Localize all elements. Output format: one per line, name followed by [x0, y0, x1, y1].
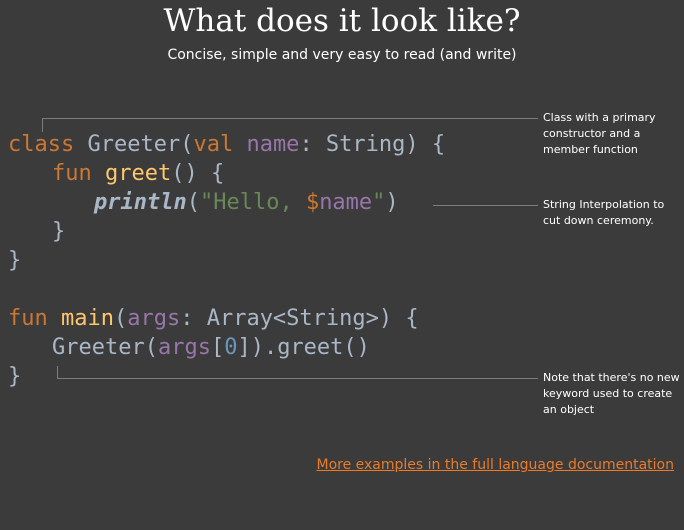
code-line-close-main: }: [8, 362, 21, 392]
page-title: What does it look like?: [163, 3, 521, 39]
string-literal-start: "Hello,: [199, 190, 306, 215]
println-call: println: [94, 190, 187, 215]
main-open-paren: (: [113, 306, 128, 331]
interpolation-variable: name: [319, 190, 373, 215]
name-parameter: name: [233, 132, 300, 157]
closing-brace: }: [8, 364, 22, 389]
closing-brace: }: [52, 219, 66, 244]
class-signature-rest: : String) {: [299, 132, 446, 157]
class-name: Greeter(: [74, 132, 194, 157]
greet-function-name: greet: [91, 161, 172, 186]
fun-keyword: fun: [8, 306, 48, 331]
code-block: class Greeter(val name: String) { fun gr…: [8, 130, 445, 530]
val-keyword: val: [193, 132, 234, 157]
main-function-name: main: [47, 306, 114, 331]
args-parameter: args: [127, 306, 181, 331]
interpolation-dollar: $: [305, 190, 320, 215]
code-line-println: println("Hello, $name"): [94, 188, 399, 218]
println-open-paren: (: [186, 190, 200, 215]
greet-signature-rest: () {: [171, 161, 225, 186]
note-primary-constructor: Class with a primary constructor and a m…: [543, 111, 656, 156]
note-connector-vertical: [42, 118, 43, 132]
note-connector-horizontal: [433, 205, 538, 206]
closing-brace: }: [8, 248, 22, 273]
class-keyword: class: [8, 132, 75, 157]
code-line-fun-greet: fun greet() {: [52, 159, 224, 189]
string-literal-end: ": [372, 190, 386, 215]
main-signature-rest: : Array<String>) {: [180, 306, 419, 331]
code-line-close-greet: }: [52, 217, 65, 247]
code-line-fun-main: fun main(args: Array<String>) {: [8, 304, 419, 334]
note-string-interpolation: String Interpolation to cut down ceremon…: [543, 198, 665, 227]
note-connector-horizontal: [42, 118, 538, 119]
index-number: 0: [224, 335, 238, 360]
greet-call-rest: ]).greet(): [237, 335, 370, 360]
index-open-bracket: [: [210, 335, 225, 360]
note-connector-horizontal: [57, 378, 538, 379]
println-close-paren: ): [385, 190, 399, 215]
code-line-class: class Greeter(val name: String) {: [8, 130, 445, 160]
greeter-constructor-call: Greeter(: [52, 335, 158, 360]
fun-keyword: fun: [52, 161, 92, 186]
page-subtitle: Concise, simple and very easy to read (a…: [167, 47, 517, 63]
documentation-link[interactable]: More examples in the full language docum…: [317, 456, 675, 474]
args-reference: args: [157, 335, 211, 360]
note-no-new-keyword: Note that there's no new keyword used to…: [543, 371, 680, 416]
code-line-close-class: }: [8, 246, 21, 276]
code-line-greeter-call: Greeter(args[0]).greet(): [52, 333, 370, 363]
